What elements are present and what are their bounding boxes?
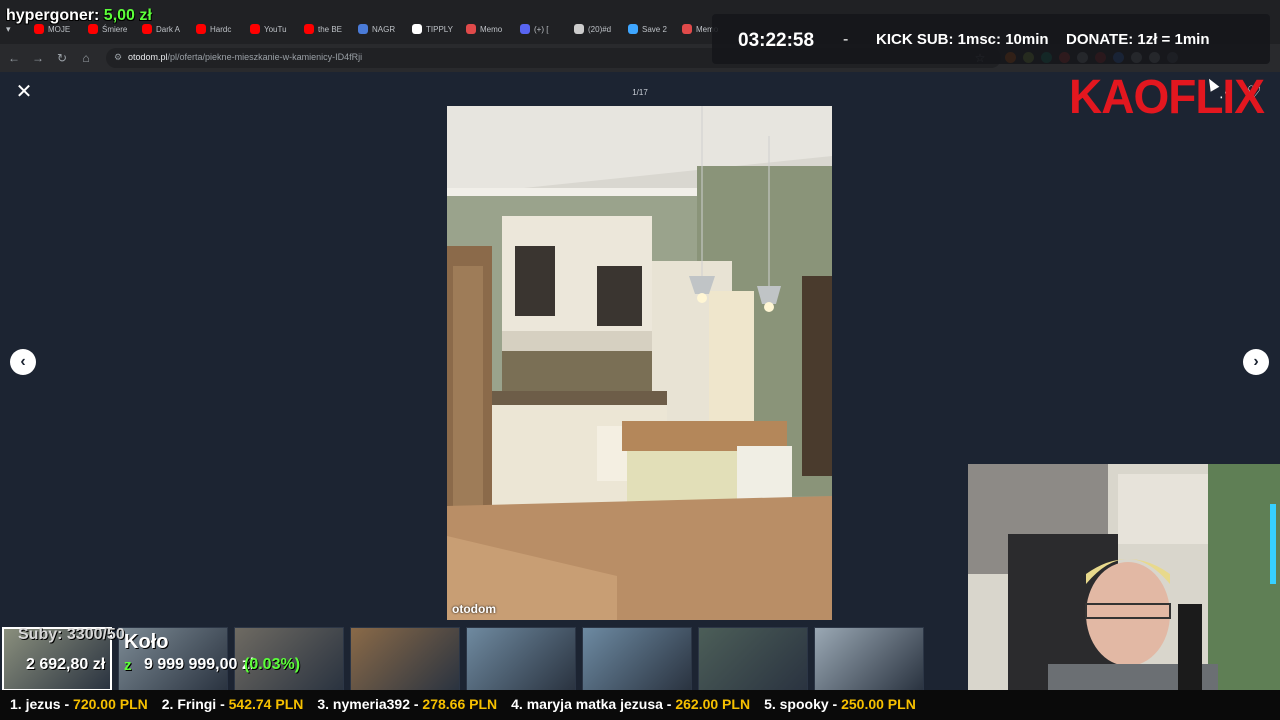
site-info-icon[interactable]: ⚙ [114,52,126,64]
browser-tab[interactable]: TIPPLY [406,20,460,38]
streamer-webcam [968,464,1280,720]
tab-label: MOJE [48,24,71,34]
ticker-donor: 4. maryja matka jezusa - [511,696,676,712]
ticker-entry: 4. maryja matka jezusa - 262.00 PLN [511,696,750,712]
ticker-entry: 5. spooky - 250.00 PLN [764,696,916,712]
tab-label: Memo [480,24,503,34]
back-arrow-icon[interactable]: ← [6,50,22,66]
ticker-amount: 278.66 PLN [422,696,498,712]
kitchen-photo-drawing [447,106,832,620]
tab-favicon-icon [88,24,98,34]
photo-thumbnail[interactable] [350,627,460,691]
photo-thumbnail[interactable] [814,627,924,691]
tab-favicon-icon [34,24,44,34]
browser-tab[interactable]: Hardc [190,20,244,38]
photo-thumbnail[interactable] [698,627,808,691]
goal-percent: (0.03%) [244,656,301,673]
tab-label: YouTu [264,24,287,34]
ticker-entry: 2. Fringi - 542.74 PLN [162,696,304,712]
next-photo-button[interactable]: › [1243,349,1269,375]
tab-favicon-icon [304,24,314,34]
photo-thumbnail[interactable] [582,627,692,691]
browser-tab[interactable]: Memo [460,20,514,38]
browser-tab[interactable]: the BE [298,20,352,38]
goal-separator: z [124,657,132,674]
photo-thumbnail[interactable] [466,627,576,691]
subathon-timer: 03:22:58 [738,30,815,51]
url-path: /pl/oferta/piekne-mieszkanie-w-kamienicy… [167,52,363,62]
home-icon[interactable]: ⌂ [78,50,94,66]
tab-favicon-icon [250,24,260,34]
photo-counter: 1/17 [632,88,648,97]
tab-label: (20)#d [588,24,612,34]
tab-favicon-icon [196,24,206,34]
ticker-amount: 720.00 PLN [73,696,148,712]
tab-label: Save 2 [642,24,667,34]
otodom-watermark: otodom [452,602,496,616]
browser-tab[interactable]: Save 2 [622,20,676,38]
donor-name: hypergoner: [6,7,100,24]
previous-photo-button[interactable]: ‹ [10,349,36,375]
tab-favicon-icon [466,24,476,34]
ticker-donor: 1. jezus - [10,696,74,712]
forward-arrow-icon[interactable]: → [30,50,46,66]
donate-rate: DONATE: 1zł = 1min [1066,31,1210,48]
browser-tab[interactable]: YouTu [244,20,298,38]
kick-sub-rate: KICK SUB: 1msc: 10min [876,31,1049,48]
subs-counter: Suby: 3300/50 [18,626,125,643]
tab-label: NAGR [372,24,396,34]
tab-favicon-icon [628,24,638,34]
goal-total: 9 999 999,00 zł [144,656,255,673]
top-donors-ticker: 1. jezus - 720.00 PLN 2. Fringi - 542.74 … [0,690,1280,720]
kaoflix-logo: KAOFLIX [1069,69,1265,124]
tab-label: (+) [ [534,24,549,34]
latest-donation: hypergoner: 5,00 zł [6,7,152,25]
close-gallery-icon[interactable]: ✕ [14,82,34,102]
tab-label: TIPPLY [426,24,453,34]
ticker-donor: 5. spooky - [764,696,842,712]
tab-favicon-icon [520,24,530,34]
tab-label: the BE [318,24,343,34]
screen: ▾ MOJE Śmiere Dark A Hardc YouTu the BE NAGR TI… [0,0,1280,720]
tab-search-chevron-icon[interactable]: ▾ [6,24,11,35]
tab-label: Hardc [210,24,232,34]
ticker-donor: 2. Fringi - [161,696,229,712]
url-host: otodom.pl [128,52,168,62]
ticker-amount: 250.00 PLN [841,696,916,712]
tab-label: Śmiere [102,24,128,34]
ticker-amount: 262.00 PLN [675,696,751,712]
tab-favicon-icon [412,24,422,34]
donation-amount: 5,00 zł [103,7,152,24]
tab-favicon-icon [358,24,368,34]
browser-tab[interactable]: (20)#d [568,20,622,38]
ticker-entry: 3. nymeria392 - 278.66 PLN [317,696,497,712]
tab-favicon-icon [142,24,152,34]
ticker-donor: 3. nymeria392 - [317,696,423,712]
timer-separator: - [843,31,849,48]
ticker-entry: 1. jezus - 720.00 PLN [10,696,148,712]
wheel-label: Koło [124,631,169,653]
webcam-scene [968,464,1280,720]
ticker-items: 1. jezus - 720.00 PLN 2. Fringi - 542.74 … [10,696,916,712]
url-text: otodom.pl/pl/oferta/piekne-mieszkanie-w-… [128,52,362,62]
browser-tab[interactable]: NAGR [352,20,406,38]
goal-current: 2 692,80 zł [26,656,106,673]
tab-favicon-icon [682,24,692,34]
listing-photo [447,106,832,620]
ticker-amount: 542.74 PLN [228,696,304,712]
tab-favicon-icon [574,24,584,34]
browser-tab[interactable]: (+) [ [514,20,568,38]
tab-label: Dark A [156,24,181,34]
reload-icon[interactable]: ↻ [54,50,70,66]
